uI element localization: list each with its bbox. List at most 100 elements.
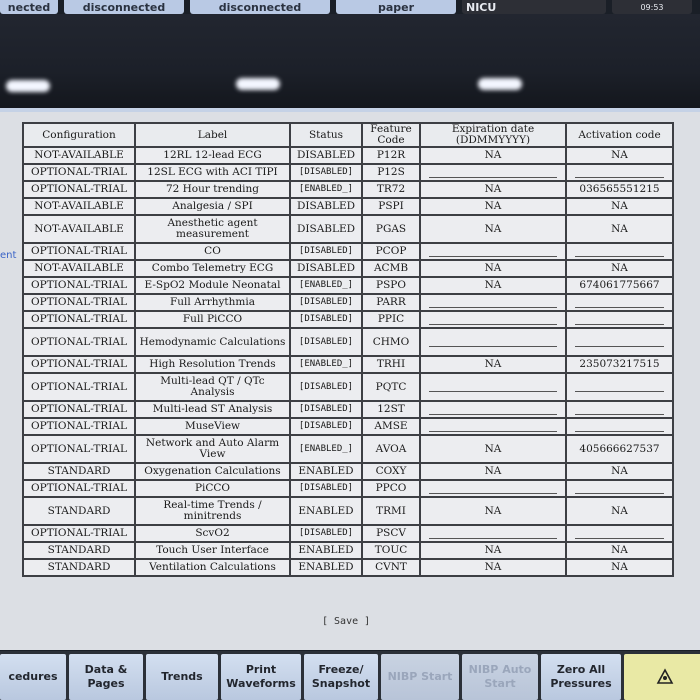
table-row[interactable]: OPTIONAL-TRIAL Full PiCCO [DISABLED] PPIC xyxy=(22,310,674,329)
table-row[interactable]: OPTIONAL-TRIAL 72 Hour trending [ENABLED_]… xyxy=(22,180,674,199)
entry-field[interactable] xyxy=(575,315,664,325)
expiration-date-cell: NA xyxy=(419,180,567,199)
table-row[interactable]: OPTIONAL-TRIAL Network and Auto Alarm Vie… xyxy=(22,434,674,464)
trends-button[interactable]: Trends xyxy=(146,654,218,700)
table-row[interactable]: STANDARD Oxygenation Calculations ENABLED C… xyxy=(22,462,674,481)
data-pages-button[interactable]: Data & Pages xyxy=(69,654,143,700)
label-cell: PiCCO xyxy=(134,479,291,498)
top-tab-paper[interactable]: paper xyxy=(336,0,456,14)
activation-code-cell[interactable] xyxy=(565,372,674,402)
clock-time: 09:53 xyxy=(640,2,664,12)
zero-all-pressures-button[interactable]: Zero All Pressures xyxy=(541,654,621,700)
entry-field[interactable] xyxy=(575,529,664,539)
expiration-date-cell: NA xyxy=(419,541,567,560)
entry-field[interactable] xyxy=(429,422,557,432)
status-cell: [DISABLED] xyxy=(289,400,363,419)
expiration-date-cell[interactable] xyxy=(419,310,567,329)
expiration-date-cell[interactable] xyxy=(419,479,567,498)
status-cell: [DISABLED] xyxy=(289,524,363,543)
freeze-snapshot-button[interactable]: Freeze/ Snapshot xyxy=(304,654,378,700)
entry-field[interactable] xyxy=(429,168,557,178)
expiration-date-cell[interactable] xyxy=(419,293,567,312)
activation-code-cell[interactable] xyxy=(565,524,674,543)
label-cell: MuseView xyxy=(134,417,291,436)
expiration-date-cell[interactable] xyxy=(419,372,567,402)
save-button[interactable]: [ Save ] xyxy=(322,616,370,627)
label-cell: Multi-lead QT / QTc Analysis xyxy=(134,372,291,402)
entry-field[interactable] xyxy=(575,422,664,432)
top-tab-connection[interactable]: nected xyxy=(0,0,58,14)
table-row[interactable]: OPTIONAL-TRIAL E-SpO2 Module Neonatal [ENA… xyxy=(22,276,674,295)
table-row[interactable]: NOT-AVAILABLE Analgesia / SPI DISABLED PSPI… xyxy=(22,197,674,216)
expiration-date-cell[interactable] xyxy=(419,400,567,419)
table-row[interactable]: NOT-AVAILABLE Anesthetic agent measuremen… xyxy=(22,214,674,244)
feature-code-cell: AMSE xyxy=(361,417,421,436)
entry-field[interactable] xyxy=(575,382,664,392)
table-row[interactable]: STANDARD Ventilation Calculations ENABLED C… xyxy=(22,558,674,577)
table-row[interactable]: OPTIONAL-TRIAL 12SL ECG with ACI TIPI [DIS… xyxy=(22,163,674,182)
expiration-date-cell[interactable] xyxy=(419,417,567,436)
activation-code-cell[interactable] xyxy=(565,310,674,329)
table-row[interactable]: OPTIONAL-TRIAL Multi-lead QT / QTc Analys… xyxy=(22,372,674,402)
entry-field[interactable] xyxy=(429,529,557,539)
activation-code-cell: NA xyxy=(565,541,674,560)
expiration-date-cell[interactable] xyxy=(419,524,567,543)
feature-code-cell: 12ST xyxy=(361,400,421,419)
alarm-button[interactable] xyxy=(624,654,700,700)
activation-code-cell[interactable] xyxy=(565,400,674,419)
entry-field[interactable] xyxy=(429,337,557,347)
config-cell: OPTIONAL-TRIAL xyxy=(22,180,136,199)
entry-field[interactable] xyxy=(575,168,664,178)
top-tab-label: nected xyxy=(7,0,51,14)
entry-field[interactable] xyxy=(429,247,557,257)
activation-code-cell[interactable] xyxy=(565,417,674,436)
header-activation-code: Activation code xyxy=(565,122,674,148)
status-cell: [DISABLED] xyxy=(289,417,363,436)
activation-code-cell[interactable] xyxy=(565,242,674,261)
activation-code-cell[interactable] xyxy=(565,479,674,498)
print-waveforms-button[interactable]: Print Waveforms xyxy=(221,654,301,700)
top-tab-disconnected-2[interactable]: disconnected xyxy=(190,0,330,14)
entry-field[interactable] xyxy=(429,405,557,415)
entry-field[interactable] xyxy=(575,484,664,494)
config-cell: OPTIONAL-TRIAL xyxy=(22,434,136,464)
feature-code-cell: TR72 xyxy=(361,180,421,199)
cedures-button[interactable]: cedures xyxy=(0,654,66,700)
entry-field[interactable] xyxy=(429,382,557,392)
entry-field[interactable] xyxy=(575,405,664,415)
nibp-auto-start-button[interactable]: NIBP Auto Start xyxy=(462,654,538,700)
entry-field[interactable] xyxy=(575,337,664,347)
activation-code-cell[interactable] xyxy=(565,327,674,357)
side-panel-label[interactable]: ent xyxy=(0,250,16,261)
table-row[interactable]: NOT-AVAILABLE 12RL 12-lead ECG DISABLED P12… xyxy=(22,146,674,165)
table-row[interactable]: OPTIONAL-TRIAL CO [DISABLED] PCOP xyxy=(22,242,674,261)
table-row[interactable]: OPTIONAL-TRIAL PiCCO [DISABLED] PPCO xyxy=(22,479,674,498)
table-row[interactable]: STANDARD Real-time Trends / minitrends ENA… xyxy=(22,496,674,526)
activation-code-cell[interactable] xyxy=(565,293,674,312)
table-row[interactable]: NOT-AVAILABLE Combo Telemetry ECG DISABLED… xyxy=(22,259,674,278)
activation-code-cell[interactable] xyxy=(565,163,674,182)
table-row[interactable]: STANDARD Touch User Interface ENABLED TOUC N… xyxy=(22,541,674,560)
entry-field[interactable] xyxy=(429,484,557,494)
entry-field[interactable] xyxy=(575,247,664,257)
feature-code-cell: PSPI xyxy=(361,197,421,216)
expiration-date-cell[interactable] xyxy=(419,242,567,261)
table-row[interactable]: OPTIONAL-TRIAL High Resolution Trends [ENA… xyxy=(22,355,674,374)
activation-code-cell: 405666627537 xyxy=(565,434,674,464)
entry-field[interactable] xyxy=(429,315,557,325)
activation-code-cell: NA xyxy=(565,259,674,278)
table-row[interactable]: OPTIONAL-TRIAL Full Arrhythmia [DISABLED] P… xyxy=(22,293,674,312)
feature-code-cell: PSCV xyxy=(361,524,421,543)
entry-field[interactable] xyxy=(429,298,557,308)
table-row[interactable]: OPTIONAL-TRIAL ScvO2 [DISABLED] PSCV xyxy=(22,524,674,543)
top-tab-disconnected-1[interactable]: disconnected xyxy=(64,0,184,14)
expiration-date-cell[interactable] xyxy=(419,327,567,357)
table-row[interactable]: OPTIONAL-TRIAL MuseView [DISABLED] AMSE xyxy=(22,417,674,436)
feature-code-cell: COXY xyxy=(361,462,421,481)
table-row[interactable]: OPTIONAL-TRIAL Hemodynamic Calculations [D… xyxy=(22,327,674,357)
nibp-start-button[interactable]: NIBP Start xyxy=(381,654,459,700)
config-cell: OPTIONAL-TRIAL xyxy=(22,327,136,357)
table-row[interactable]: OPTIONAL-TRIAL Multi-lead ST Analysis [DIS… xyxy=(22,400,674,419)
entry-field[interactable] xyxy=(575,298,664,308)
expiration-date-cell[interactable] xyxy=(419,163,567,182)
